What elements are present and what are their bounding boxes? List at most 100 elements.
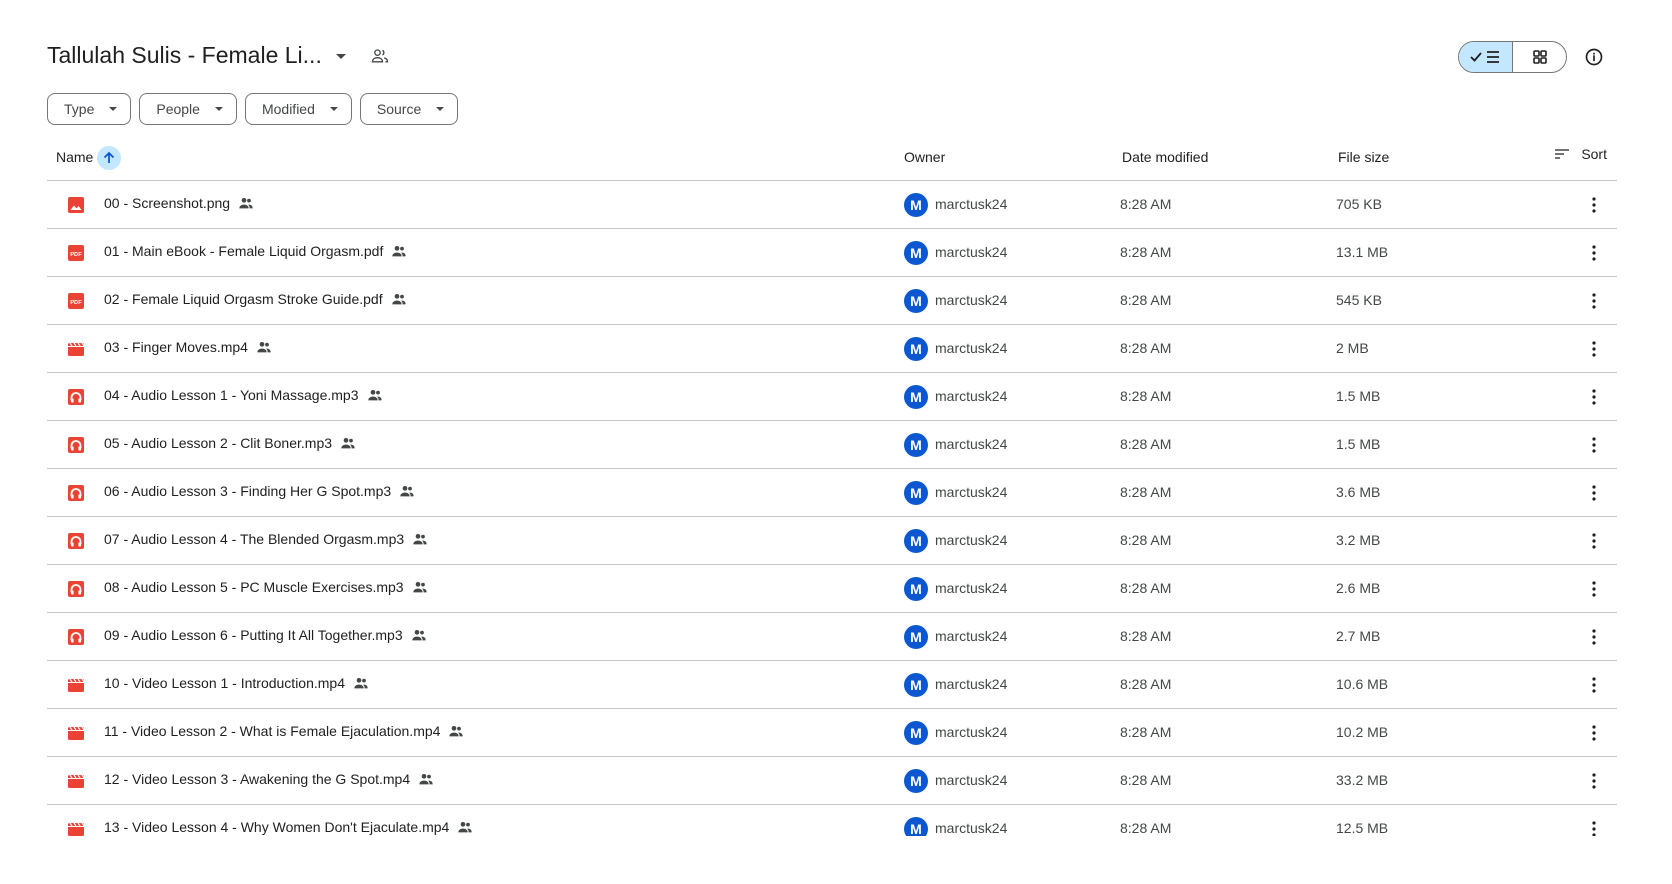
table-row[interactable]: 04 - Audio Lesson 1 - Yoni Massage.mp3 M… <box>47 373 1617 421</box>
table-row[interactable]: 12 - Video Lesson 3 - Awakening the G Sp… <box>47 757 1617 805</box>
file-name[interactable]: 06 - Audio Lesson 3 - Finding Her G Spot… <box>104 483 391 499</box>
chip-label: People <box>156 101 200 117</box>
more-vert-icon[interactable] <box>1582 241 1606 265</box>
shared-people-icon <box>367 390 382 401</box>
more-vert-icon[interactable] <box>1582 529 1606 553</box>
more-vert-icon[interactable] <box>1582 385 1606 409</box>
more-vert-icon[interactable] <box>1582 481 1606 505</box>
folder-header: Tallulah Sulis - Female Li... <box>47 38 1617 78</box>
date-modified: 8:28 AM <box>1120 340 1172 356</box>
avatar[interactable]: M <box>904 289 928 313</box>
file-size: 3.6 MB <box>1336 484 1381 500</box>
table-row[interactable]: 09 - Audio Lesson 6 - Putting It All Tog… <box>47 613 1617 661</box>
more-vert-icon[interactable] <box>1582 817 1606 836</box>
more-vert-icon[interactable] <box>1582 577 1606 601</box>
filter-source-chip[interactable]: Source <box>359 93 459 125</box>
avatar[interactable]: M <box>904 673 928 697</box>
more-vert-icon[interactable] <box>1582 193 1606 217</box>
folder-title[interactable]: Tallulah Sulis - Female Li... <box>47 42 322 69</box>
table-row[interactable]: PDF 02 - Female Liquid Orgasm Stroke Gui… <box>47 277 1617 325</box>
file-name[interactable]: 03 - Finger Moves.mp4 <box>104 339 248 355</box>
file-name[interactable]: 12 - Video Lesson 3 - Awakening the G Sp… <box>104 771 410 787</box>
table-row[interactable]: 11 - Video Lesson 2 - What is Female Eja… <box>47 709 1617 757</box>
column-owner-header[interactable]: Owner <box>904 149 945 165</box>
avatar[interactable]: M <box>904 433 928 457</box>
owner-name: marctusk24 <box>935 628 1008 644</box>
chip-label: Type <box>64 101 95 117</box>
file-name[interactable]: 13 - Video Lesson 4 - Why Women Don't Ej… <box>104 819 449 835</box>
file-name[interactable]: 05 - Audio Lesson 2 - Clit Boner.mp3 <box>104 435 332 451</box>
date-modified: 8:28 AM <box>1120 388 1172 404</box>
video-file-icon <box>67 340 85 358</box>
video-file-icon <box>67 676 85 694</box>
chip-label: Modified <box>261 101 315 117</box>
avatar[interactable]: M <box>904 385 928 409</box>
info-icon[interactable] <box>1582 45 1606 69</box>
date-modified: 8:28 AM <box>1120 532 1172 548</box>
table-row[interactable]: 03 - Finger Moves.mp4 M marctusk24 8:28 … <box>47 325 1617 373</box>
avatar[interactable]: M <box>904 625 928 649</box>
filter-people-chip[interactable]: People <box>139 93 237 125</box>
date-modified: 8:28 AM <box>1120 484 1172 500</box>
filter-type-chip[interactable]: Type <box>47 93 132 125</box>
table-row[interactable]: 05 - Audio Lesson 2 - Clit Boner.mp3 M m… <box>47 421 1617 469</box>
file-name[interactable]: 11 - Video Lesson 2 - What is Female Eja… <box>104 723 440 739</box>
arrow-drop-down-icon <box>214 107 223 111</box>
file-name[interactable]: 00 - Screenshot.png <box>104 195 230 211</box>
arrow-upward-icon[interactable] <box>97 146 121 170</box>
file-size: 12.5 MB <box>1336 820 1389 836</box>
table-row[interactable]: 08 - Audio Lesson 5 - PC Muscle Exercise… <box>47 565 1617 613</box>
owner-name: marctusk24 <box>935 292 1008 308</box>
shared-people-icon <box>391 294 406 305</box>
more-vert-icon[interactable] <box>1582 673 1606 697</box>
avatar[interactable]: M <box>904 241 928 265</box>
video-file-icon <box>67 724 85 742</box>
filter-modified-chip[interactable]: Modified <box>244 93 352 125</box>
more-vert-icon[interactable] <box>1582 721 1606 745</box>
more-vert-icon[interactable] <box>1582 337 1606 361</box>
shared-people-icon[interactable] <box>368 44 392 68</box>
file-name[interactable]: 01 - Main eBook - Female Liquid Orgasm.p… <box>104 243 383 259</box>
more-vert-icon[interactable] <box>1582 625 1606 649</box>
sort-button[interactable]: Sort <box>1553 145 1617 163</box>
more-vert-icon[interactable] <box>1582 433 1606 457</box>
shared-people-icon <box>412 582 427 593</box>
column-date-header[interactable]: Date modified <box>1122 149 1208 165</box>
date-modified: 8:28 AM <box>1120 196 1172 212</box>
avatar[interactable]: M <box>904 193 928 217</box>
file-name[interactable]: 08 - Audio Lesson 5 - PC Muscle Exercise… <box>104 579 404 595</box>
more-vert-icon[interactable] <box>1582 769 1606 793</box>
table-row[interactable]: 00 - Screenshot.png M marctusk24 8:28 AM… <box>47 181 1617 229</box>
avatar[interactable]: M <box>904 721 928 745</box>
table-row[interactable]: 07 - Audio Lesson 4 - The Blended Orgasm… <box>47 517 1617 565</box>
file-size: 545 KB <box>1336 292 1382 308</box>
avatar[interactable]: M <box>904 337 928 361</box>
column-name-header[interactable]: Name <box>56 149 93 165</box>
more-vert-icon[interactable] <box>1582 289 1606 313</box>
shared-people-icon <box>392 246 407 257</box>
table-row[interactable]: 10 - Video Lesson 1 - Introduction.mp4 M… <box>47 661 1617 709</box>
date-modified: 8:28 AM <box>1120 436 1172 452</box>
file-name[interactable]: 02 - Female Liquid Orgasm Stroke Guide.p… <box>104 291 383 307</box>
shared-people-icon <box>458 822 473 833</box>
table-row[interactable]: PDF 01 - Main eBook - Female Liquid Orga… <box>47 229 1617 277</box>
grid-view-button[interactable] <box>1513 42 1566 72</box>
avatar[interactable]: M <box>904 817 928 836</box>
column-size-header[interactable]: File size <box>1338 149 1389 165</box>
svg-text:PDF: PDF <box>70 252 82 258</box>
table-row[interactable]: 06 - Audio Lesson 3 - Finding Her G Spot… <box>47 469 1617 517</box>
file-name[interactable]: 09 - Audio Lesson 6 - Putting It All Tog… <box>104 627 403 643</box>
avatar[interactable]: M <box>904 481 928 505</box>
avatar[interactable]: M <box>904 577 928 601</box>
file-name[interactable]: 04 - Audio Lesson 1 - Yoni Massage.mp3 <box>104 387 359 403</box>
file-name[interactable]: 07 - Audio Lesson 4 - The Blended Orgasm… <box>104 531 404 547</box>
filter-chips: Type People Modified Source <box>47 93 459 126</box>
shared-people-icon <box>413 534 427 545</box>
table-row[interactable]: 13 - Video Lesson 4 - Why Women Don't Ej… <box>47 805 1617 836</box>
avatar[interactable]: M <box>904 769 928 793</box>
arrow-drop-down-icon[interactable] <box>329 44 353 68</box>
shared-people-icon <box>354 678 368 689</box>
avatar[interactable]: M <box>904 529 928 553</box>
list-view-button[interactable] <box>1459 42 1513 72</box>
file-name[interactable]: 10 - Video Lesson 1 - Introduction.mp4 <box>104 675 345 691</box>
